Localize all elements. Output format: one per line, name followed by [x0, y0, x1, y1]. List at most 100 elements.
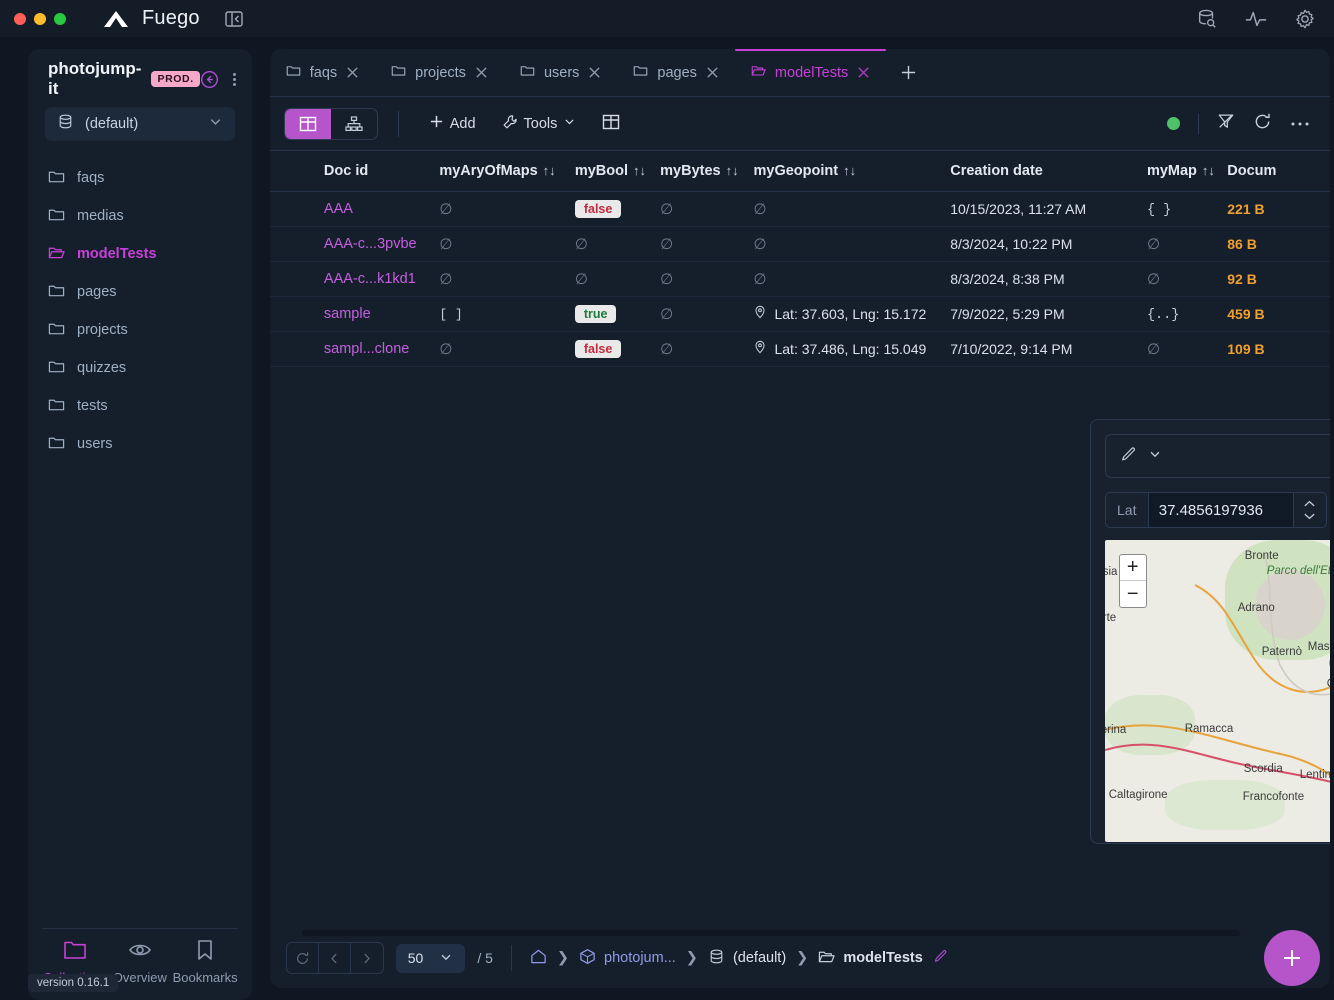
refresh-icon[interactable] — [1253, 112, 1272, 136]
breadcrumb-home[interactable] — [530, 948, 547, 969]
cell-docid[interactable]: AAA-c...3pvbe — [316, 226, 431, 261]
cell-docid[interactable]: sample — [316, 296, 431, 331]
database-select[interactable]: (default) — [45, 107, 235, 141]
page-size-select[interactable]: 50 — [395, 943, 466, 973]
sort-arrows-icon[interactable]: ↑↓ — [843, 163, 856, 178]
cell-creation-date[interactable]: 8/3/2024, 8:38 PM — [942, 261, 1139, 296]
zoom-in-button[interactable]: + — [1119, 555, 1146, 581]
table-row[interactable]: AAA-c...k1kd1 ∅ ∅ ∅ ∅ 8/3/2024, 8:38 PM … — [269, 261, 1330, 296]
prev-page-button[interactable] — [319, 943, 351, 973]
nav-bookmarks[interactable]: Bookmarks — [173, 939, 238, 985]
cell-mygeopoint[interactable]: Lat: 37.603, Lng: 15.172 — [745, 296, 942, 331]
breadcrumb-collection[interactable]: modelTests — [818, 948, 923, 969]
col-header-mybytes[interactable]: myBytes ↑↓ — [652, 151, 745, 191]
tab-modeltests[interactable]: modelTests — [734, 49, 887, 96]
lat-input[interactable]: 37.4856197936 — [1147, 493, 1294, 527]
cell-myaryofmaps[interactable]: [ ] — [431, 296, 567, 331]
table-row[interactable]: sampl...clone ∅ false ∅ Lat: 37.486, Lng… — [269, 331, 1330, 366]
cell-mybool[interactable]: ∅ — [567, 226, 652, 261]
cell-document-size[interactable]: 86 B — [1219, 226, 1329, 261]
cell-mymap[interactable]: { } — [1139, 191, 1219, 226]
breadcrumb-edit-button[interactable] — [933, 948, 949, 968]
sort-arrows-icon[interactable]: ↑↓ — [726, 163, 739, 178]
leaflet-map[interactable]: + − Bronte Parco dell'Etna Mascali Giarr… — [1104, 540, 1330, 842]
cell-mymap[interactable]: ∅ — [1139, 261, 1219, 296]
sort-arrows-icon[interactable]: ↑↓ — [633, 163, 646, 178]
sidebar-item-tests[interactable]: tests — [28, 387, 252, 425]
refresh-page-button[interactable] — [287, 943, 319, 973]
table-view-icon[interactable] — [284, 108, 331, 139]
cell-document-size[interactable]: 92 B — [1219, 261, 1329, 296]
tab-faqs[interactable]: faqs — [270, 49, 375, 96]
breadcrumb-database[interactable]: (default) — [708, 948, 786, 969]
sidebar-item-projects[interactable]: projects — [28, 311, 252, 349]
cell-mymap[interactable]: {..} — [1139, 296, 1219, 331]
col-header-document[interactable]: Docum — [1219, 151, 1329, 191]
cell-mybytes[interactable]: ∅ — [652, 331, 745, 366]
add-tab-button[interactable] — [886, 49, 931, 96]
next-page-button[interactable] — [351, 943, 383, 973]
add-button[interactable]: Add — [419, 109, 486, 138]
cell-mygeopoint[interactable]: Lat: 37.486, Lng: 15.049 — [745, 331, 942, 366]
cell-docid[interactable]: AAA — [316, 191, 431, 226]
activity-pulse-icon[interactable] — [1244, 8, 1268, 30]
horizontal-scrollbar[interactable] — [301, 930, 1240, 936]
close-icon[interactable] — [475, 66, 488, 79]
col-header-myaryofmaps[interactable]: myAryOfMaps ↑↓ — [431, 151, 567, 191]
cell-mybool[interactable]: ∅ — [567, 261, 652, 296]
cell-mybool[interactable]: true — [567, 296, 652, 331]
lat-stepper[interactable] — [1294, 493, 1326, 527]
map-pin-icon[interactable] — [1329, 650, 1330, 691]
tab-projects[interactable]: projects — [375, 49, 504, 96]
sidebar-item-medias[interactable]: medias — [28, 197, 252, 235]
sidebar-item-users[interactable]: users — [28, 425, 252, 463]
panel-collapse-icon[interactable] — [224, 9, 244, 29]
cell-mymap[interactable]: ∅ — [1139, 331, 1219, 366]
columns-button[interactable] — [592, 108, 630, 140]
cell-myaryofmaps[interactable]: ∅ — [431, 191, 567, 226]
sidebar-item-pages[interactable]: pages — [28, 273, 252, 311]
cell-mybytes[interactable]: ∅ — [652, 226, 745, 261]
sort-arrows-icon[interactable]: ↑↓ — [1202, 163, 1215, 178]
tree-view-icon[interactable] — [331, 109, 377, 139]
kebab-menu-icon[interactable] — [232, 72, 236, 86]
col-header-creation-date[interactable]: Creation date — [942, 151, 1139, 191]
cell-myaryofmaps[interactable]: ∅ — [431, 331, 567, 366]
breadcrumb-project[interactable]: photojum... — [579, 948, 676, 969]
back-circle-icon[interactable] — [200, 70, 219, 89]
cell-mymap[interactable]: ∅ — [1139, 226, 1219, 261]
close-icon[interactable] — [706, 66, 719, 79]
maximize-window-button[interactable] — [54, 12, 66, 25]
cell-creation-date[interactable]: 8/3/2024, 10:22 PM — [942, 226, 1139, 261]
cell-document-size[interactable]: 109 B — [1219, 331, 1329, 366]
more-horizontal-icon[interactable] — [1290, 115, 1310, 133]
cell-creation-date[interactable]: 7/9/2022, 5:29 PM — [942, 296, 1139, 331]
zoom-out-button[interactable]: − — [1120, 581, 1146, 607]
sidebar-item-faqs[interactable]: faqs — [28, 159, 252, 197]
minimize-window-button[interactable] — [34, 12, 46, 25]
cell-docid[interactable]: sampl...clone — [316, 331, 431, 366]
table-row[interactable]: AAA-c...3pvbe ∅ ∅ ∅ ∅ 8/3/2024, 10:22 PM… — [269, 226, 1330, 261]
close-icon[interactable] — [857, 66, 870, 79]
close-window-button[interactable] — [14, 12, 26, 25]
cell-mybytes[interactable]: ∅ — [652, 191, 745, 226]
close-icon[interactable] — [346, 66, 359, 79]
database-search-icon[interactable] — [1196, 8, 1218, 30]
cell-mybool[interactable]: false — [567, 191, 652, 226]
table-row[interactable]: AAA ∅ false ∅ ∅ 10/15/2023, 11:27 AM { }… — [269, 191, 1330, 226]
cell-mygeopoint[interactable]: ∅ — [745, 226, 942, 261]
col-header-mygeopoint[interactable]: myGeopoint ↑↓ — [745, 151, 942, 191]
cell-mygeopoint[interactable]: ∅ — [745, 191, 942, 226]
chevron-down-icon[interactable] — [1148, 447, 1162, 466]
cell-myaryofmaps[interactable]: ∅ — [431, 261, 567, 296]
sort-arrows-icon[interactable]: ↑↓ — [543, 163, 556, 178]
tools-button[interactable]: Tools — [492, 109, 587, 139]
tab-pages[interactable]: pages — [617, 49, 735, 96]
cell-document-size[interactable]: 221 B — [1219, 191, 1329, 226]
gear-icon[interactable] — [1294, 8, 1316, 30]
cell-mybytes[interactable]: ∅ — [652, 261, 745, 296]
cell-mybool[interactable]: false — [567, 331, 652, 366]
add-document-fab[interactable] — [1264, 930, 1320, 986]
cell-creation-date[interactable]: 10/15/2023, 11:27 AM — [942, 191, 1139, 226]
cell-mygeopoint[interactable]: ∅ — [745, 261, 942, 296]
